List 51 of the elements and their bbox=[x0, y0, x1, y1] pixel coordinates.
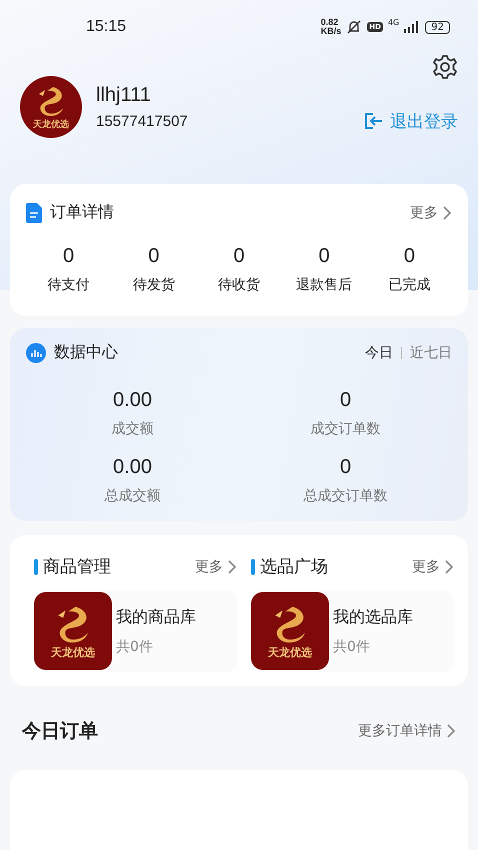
section-title: 选品广场 bbox=[260, 556, 328, 578]
status-time: 15:15 bbox=[86, 18, 126, 36]
accent-bar bbox=[251, 558, 255, 574]
more-link[interactable]: 更多 bbox=[195, 558, 237, 576]
network-speed: 0.82 KB/s bbox=[320, 18, 342, 36]
bar-chart-icon bbox=[26, 342, 46, 362]
document-icon bbox=[26, 202, 42, 222]
metric-label: 总成交额 bbox=[104, 487, 162, 505]
metric-value: 0.00 bbox=[112, 389, 153, 412]
username: llhj111 bbox=[96, 84, 152, 107]
logo-text: 天龙优选 bbox=[268, 644, 312, 660]
logout-icon bbox=[364, 112, 384, 130]
library-name: 我的商品库 bbox=[116, 606, 196, 628]
more-link[interactable]: 更多订单详情 bbox=[358, 722, 456, 740]
chevron-right-icon bbox=[442, 204, 452, 220]
accent-bar bbox=[34, 558, 38, 574]
more-link[interactable]: 更多 bbox=[410, 204, 452, 222]
card-title: 数据中心 bbox=[54, 342, 118, 363]
metric-label: 总成交订单数 bbox=[302, 487, 388, 505]
order-status-item[interactable]: 0 待发货 bbox=[111, 245, 196, 294]
period-tab[interactable]: 近七日 bbox=[410, 344, 452, 362]
signal-icon bbox=[404, 21, 420, 33]
muted-bell-icon bbox=[346, 19, 362, 35]
period-tab[interactable]: 今日 bbox=[365, 344, 393, 362]
settings-icon[interactable] bbox=[432, 54, 458, 80]
item-count: 共0件 bbox=[333, 638, 371, 656]
metric-label: 成交订单数 bbox=[310, 420, 382, 438]
section-title: 今日订单 bbox=[22, 719, 98, 744]
section-title: 商品管理 bbox=[43, 556, 111, 578]
chevron-right-icon bbox=[446, 723, 456, 739]
metric-value: 0 bbox=[338, 389, 352, 412]
network-label: 4G bbox=[388, 18, 400, 27]
logo-text: 天龙优选 bbox=[33, 118, 69, 130]
more-link[interactable]: 更多 bbox=[412, 558, 454, 576]
metric-value: 0.00 bbox=[112, 456, 153, 479]
logo-text: 天龙优选 bbox=[51, 644, 95, 660]
card-title: 订单详情 bbox=[50, 202, 114, 223]
metric-label: 成交额 bbox=[110, 420, 154, 438]
library-tile[interactable]: 天龙优选 我的选品库 共0件 bbox=[251, 590, 454, 672]
order-status-item[interactable]: 0 退款售后 bbox=[282, 245, 367, 294]
metric-value: 0 bbox=[338, 456, 352, 479]
item-count: 共0件 bbox=[116, 638, 154, 656]
battery: 92 bbox=[425, 20, 450, 34]
order-status-item[interactable]: 0 已完成 bbox=[366, 245, 452, 294]
chevron-right-icon bbox=[227, 558, 237, 574]
library-tile[interactable]: 天龙优选 我的商品库 共0件 bbox=[34, 590, 237, 672]
chevron-right-icon bbox=[444, 558, 454, 574]
phone-number: 15577417507 bbox=[96, 113, 189, 130]
order-status-item[interactable]: 0 待支付 bbox=[26, 245, 112, 294]
order-status-item[interactable]: 0 待收货 bbox=[196, 245, 282, 294]
library-name: 我的选品库 bbox=[333, 606, 413, 628]
